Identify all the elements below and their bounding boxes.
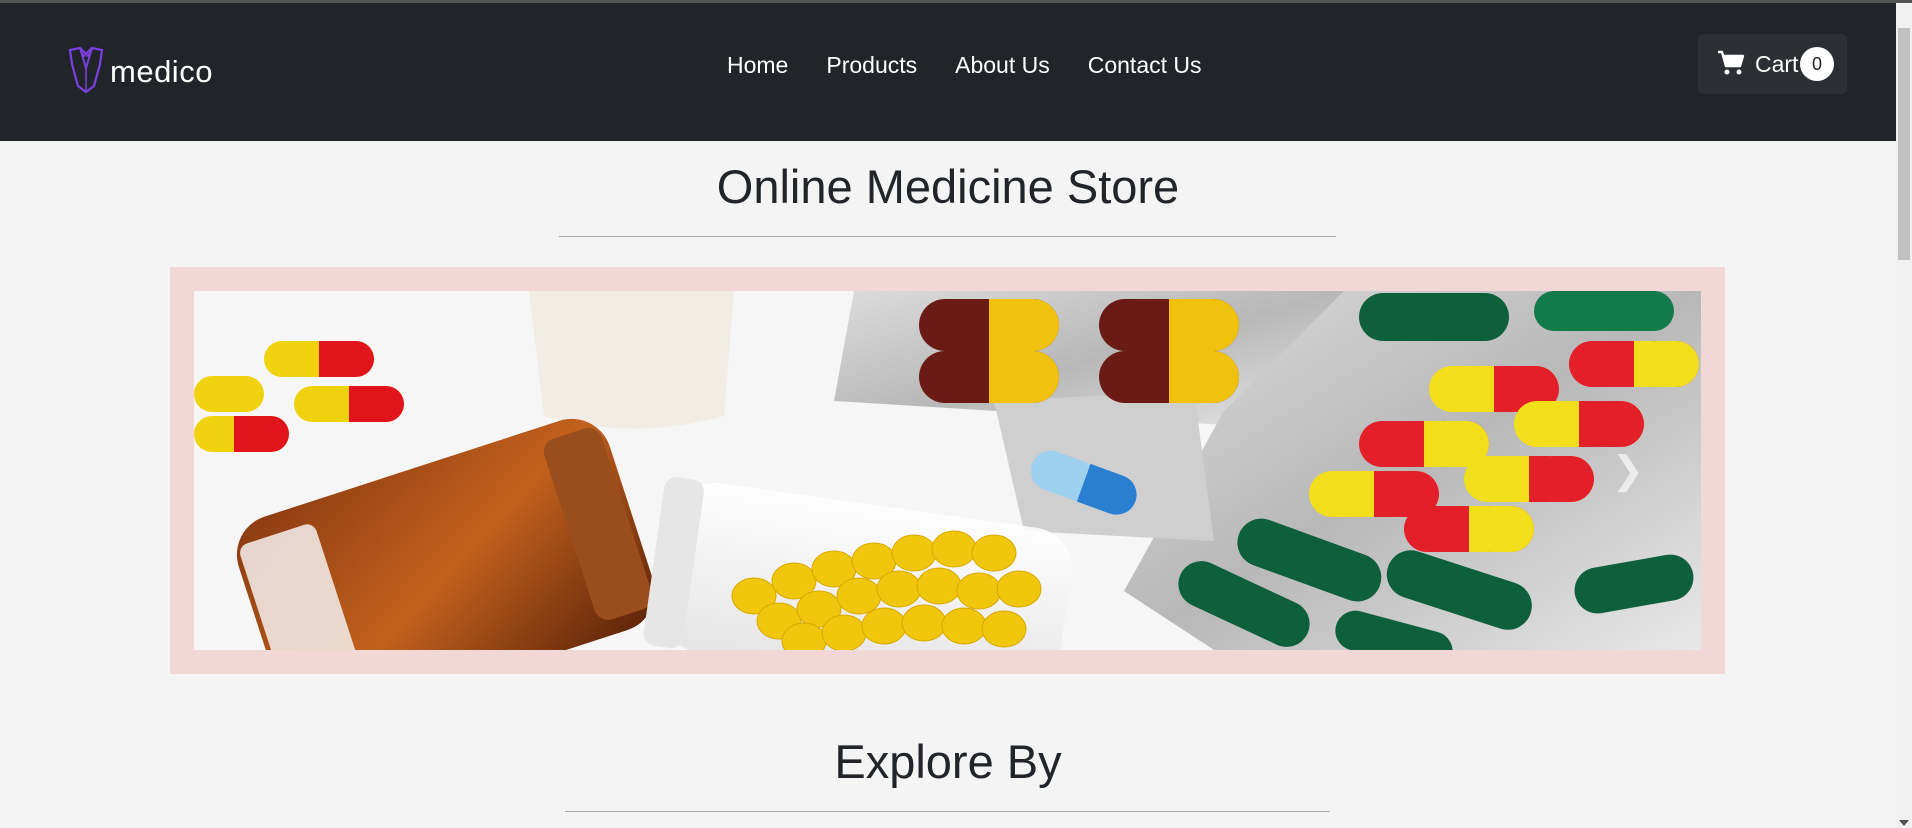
nav-link-products[interactable]: Products xyxy=(826,50,917,80)
cart-count-badge: 0 xyxy=(1800,47,1834,81)
page-scrollbar[interactable] xyxy=(1896,3,1912,828)
scrollbar-thumb[interactable] xyxy=(1898,28,1910,260)
nav-link-about-us[interactable]: About Us xyxy=(955,50,1050,80)
hero-banner-image: ❯ xyxy=(194,291,1701,650)
shopping-cart-icon xyxy=(1705,50,1745,79)
scroll-down-arrow-icon[interactable] xyxy=(1899,820,1909,826)
tuxedo-logo-icon xyxy=(66,46,106,99)
pills-illustration xyxy=(194,291,1701,650)
cart-button[interactable]: Cart 0 xyxy=(1698,34,1847,94)
explore-divider xyxy=(565,811,1330,812)
brand-logo-link[interactable]: medico xyxy=(66,46,213,99)
page-title: Online Medicine Store xyxy=(716,160,1180,213)
nav-links: Home Products About Us Contact Us xyxy=(727,50,1202,80)
hero-carousel: ❯ xyxy=(170,267,1725,674)
nav-link-contact-us[interactable]: Contact Us xyxy=(1088,50,1202,80)
title-divider xyxy=(559,236,1336,237)
brand-name: medico xyxy=(110,54,213,89)
chevron-right-icon[interactable]: ❯ xyxy=(1612,451,1644,491)
explore-by-heading: Explore By xyxy=(834,735,1062,788)
navbar: medico Home Products About Us Contact Us… xyxy=(0,3,1896,141)
cart-label: Cart xyxy=(1755,50,1799,77)
nav-link-home[interactable]: Home xyxy=(727,50,788,80)
